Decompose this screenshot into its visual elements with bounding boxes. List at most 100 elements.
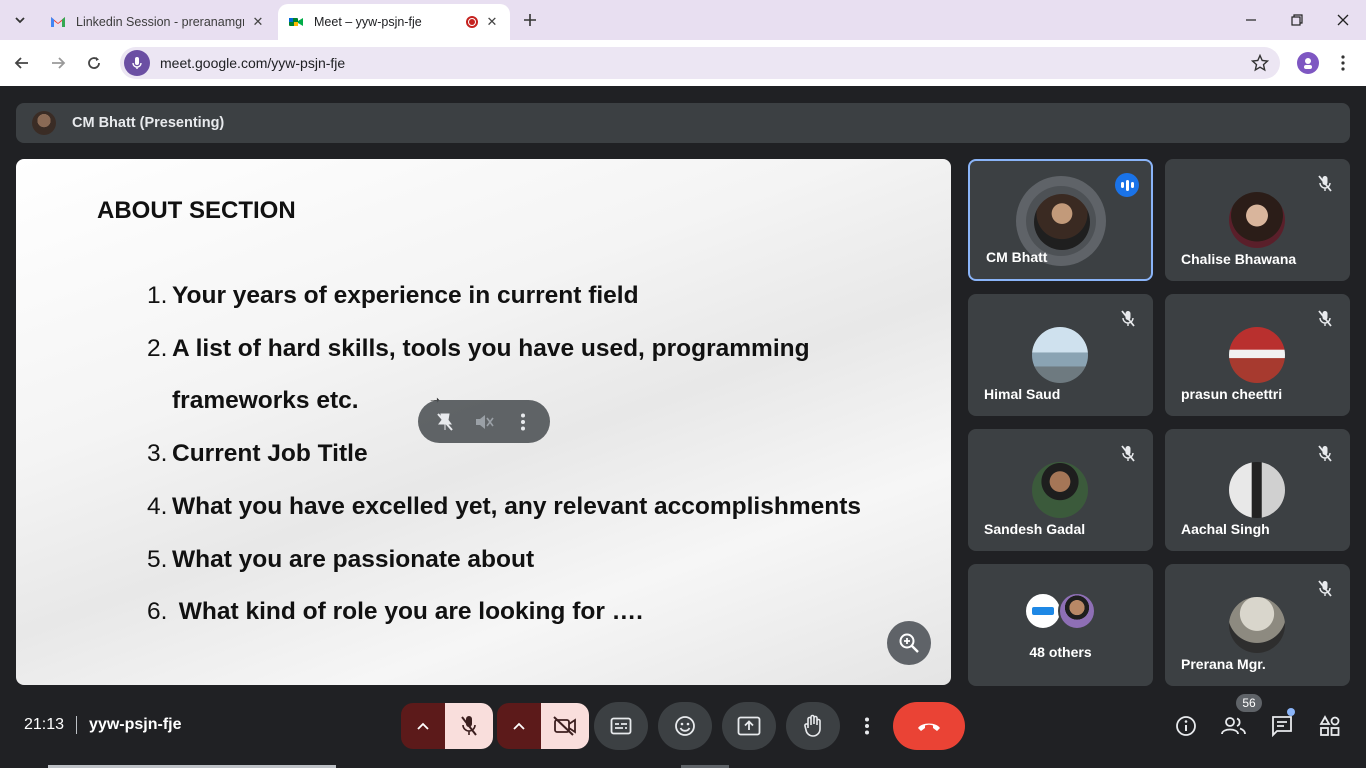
participant-tile[interactable]: Himal Saud [968,294,1153,416]
participant-tile[interactable]: Prerana Mgr. [1165,564,1350,686]
star-icon [1251,54,1269,72]
mic-off-icon [1117,308,1139,330]
restore-button[interactable] [1274,6,1320,34]
mic-off-icon [1314,308,1336,330]
mic-off-icon [1314,443,1336,465]
browser-toolbar: meet.google.com/yyw-psjn-fje [0,40,1366,86]
gmail-icon [51,17,65,27]
activities-icon [1319,715,1340,736]
more-vert-icon [1341,55,1345,71]
tile-more-button[interactable] [508,407,538,437]
more-options-button[interactable] [852,702,882,750]
participant-name: Prerana Mgr. [1181,656,1266,672]
participant-tile[interactable]: CM Bhatt [968,159,1153,281]
captions-icon [610,717,632,735]
close-icon[interactable]: ✕ [484,14,500,30]
present-icon [737,716,761,736]
avatar [1034,194,1090,250]
slide-list-item: 1. Your years of experience in current f… [147,282,639,309]
arrow-left-icon [14,57,28,69]
mute-for-me-button[interactable] [469,407,499,437]
incognito-icon [1304,58,1312,69]
meeting-details-button[interactable] [1172,712,1200,740]
forward-button[interactable] [45,50,71,76]
presentation-slide: ABOUT SECTION 1. Your years of experienc… [16,159,951,685]
browser-menu-button[interactable] [1333,52,1353,74]
tab-meet[interactable]: Meet – yyw-psjn-fje ✕ [278,4,510,40]
close-icon[interactable]: ✕ [250,14,266,30]
activities-button[interactable] [1316,712,1344,740]
slide-list-item-continuation: frameworks etc. [172,387,359,414]
window-close-button[interactable] [1320,6,1366,34]
avatar [1229,597,1285,653]
participant-count-badge: 56 [1236,694,1262,712]
profile-avatar[interactable] [1297,52,1319,74]
chevron-up-icon [513,722,525,730]
pin-off-icon [437,412,454,431]
bookmark-button[interactable] [1250,53,1270,73]
tab-title: Meet – yyw-psjn-fje [314,15,422,29]
address-bar[interactable]: meet.google.com/yyw-psjn-fje [120,47,1280,79]
participant-tile[interactable]: prasun cheettri [1165,294,1350,416]
video-options-button[interactable] [497,703,541,749]
avatar [1032,462,1088,518]
mic-control-group [401,703,493,749]
participant-name: prasun cheettri [1181,386,1283,402]
camera-off-icon [553,716,576,736]
participant-tile[interactable]: Aachal Singh [1165,429,1350,551]
restore-icon [1291,14,1303,26]
arrow-right-icon [52,57,66,69]
more-vert-icon [520,413,525,430]
presenter-bar: CM Bhatt (Presenting) [16,103,1350,143]
site-info-button[interactable] [124,50,150,76]
meeting-time: 21:13 [24,716,65,733]
back-button[interactable] [9,50,35,76]
camera-toggle-button[interactable] [541,703,589,749]
reload-button[interactable] [81,50,107,76]
browser-tab-bar: Linkedin Session - preranamgr2 ✕ Meet – … [0,0,1366,40]
participant-name: Sandesh Gadal [984,521,1086,537]
slide-list-item: 6. What kind of role you are looking for… [147,598,643,625]
microphone-toggle-button[interactable] [445,703,493,749]
mic-off-icon [1314,173,1336,195]
leave-call-button[interactable] [893,702,965,750]
chat-button[interactable] [1268,712,1296,740]
participant-name: CM Bhatt [986,249,1048,265]
minimize-button[interactable] [1228,6,1274,34]
slide-list-item: 4. What you have excelled yet, any relev… [147,493,861,520]
participant-tile[interactable]: Chalise Bhawana [1165,159,1350,281]
new-tab-button[interactable] [518,8,542,32]
slide-list-item: 2. A list of hard skills, tools you have… [147,335,810,362]
tile-hover-controls [418,400,550,443]
people-button[interactable] [1220,712,1248,740]
participant-tile[interactable]: Sandesh Gadal [968,429,1153,551]
others-count-label: 48 others [1029,644,1092,660]
tab-search-button[interactable] [6,8,34,32]
zoom-button[interactable] [887,621,931,665]
people-icon [1221,717,1246,735]
avatar [1229,462,1285,518]
others-tile[interactable]: 48 others [968,564,1153,686]
participant-name: Chalise Bhawana [1181,251,1297,267]
avatar [1058,592,1096,630]
presenter-label: CM Bhatt (Presenting) [72,115,225,131]
tab-gmail[interactable]: Linkedin Session - preranamgr2 ✕ [40,4,276,40]
close-icon [1337,14,1349,26]
slide-title: ABOUT SECTION [97,197,296,224]
chevron-down-icon [15,17,25,24]
mic-off-icon [461,716,477,736]
unpin-button[interactable] [430,407,460,437]
chat-icon [1272,716,1292,737]
audio-options-button[interactable] [401,703,445,749]
volume-off-icon [475,414,494,429]
raise-hand-button[interactable] [786,702,840,750]
slide-list-item: 5. What you are passionate about [147,546,535,573]
mic-off-icon [1117,443,1139,465]
tab-title: Linkedin Session - preranamgr2 [76,15,244,29]
captions-button[interactable] [594,702,648,750]
reactions-button[interactable] [658,702,712,750]
participant-name: Aachal Singh [1181,521,1270,537]
present-now-button[interactable] [722,702,776,750]
avatar [1229,327,1285,383]
unread-dot [1287,708,1295,716]
